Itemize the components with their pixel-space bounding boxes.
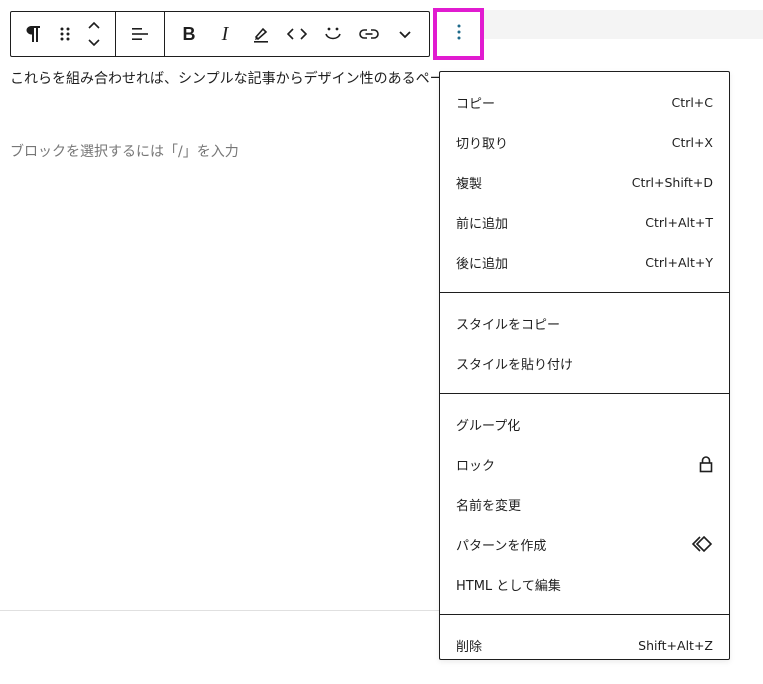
align-button[interactable] <box>122 12 158 56</box>
menu-item-create-pattern[interactable]: パターンを作成 <box>440 524 729 564</box>
menu-item-shortcut: Ctrl+Alt+T <box>645 214 713 230</box>
menu-item-copy[interactable]: コピー Ctrl+C <box>440 82 729 122</box>
menu-item-lock[interactable]: ロック <box>440 444 729 484</box>
menu-item-label: スタイルを貼り付け <box>456 357 574 373</box>
drag-handle-icon <box>59 26 71 42</box>
menu-item-label: 複製 <box>456 176 483 192</box>
block-toolbar: B I <box>10 11 430 57</box>
menu-item-insert-before[interactable]: 前に追加 Ctrl+Alt+T <box>440 202 729 242</box>
menu-item-shortcut: Ctrl+Alt+Y <box>645 254 713 270</box>
pilcrow-icon <box>25 25 41 43</box>
drag-handle-button[interactable] <box>51 12 79 56</box>
menu-item-label: コピー <box>456 96 496 112</box>
menu-group-delete: 削除 Shift+Alt+Z <box>440 615 729 675</box>
highlighter-icon <box>252 25 270 43</box>
paragraph-block[interactable]: これらを組み合わせれば、シンプルな記事からデザイン性のあるペー <box>10 69 440 89</box>
menu-item-label: HTML として編集 <box>456 578 561 594</box>
menu-item-label: ロック <box>456 458 496 474</box>
toolbar-group-align <box>116 12 165 56</box>
menu-item-shortcut: Ctrl+Shift+D <box>631 174 713 190</box>
move-block-buttons[interactable] <box>79 12 109 56</box>
menu-item-group[interactable]: グループ化 <box>440 404 729 444</box>
menu-item-label: 名前を変更 <box>456 498 522 514</box>
lock-icon <box>699 455 713 473</box>
code-icon <box>287 27 307 41</box>
move-up-down-icon <box>87 20 101 48</box>
chevron-down-icon <box>398 29 412 39</box>
menu-item-label: 後に追加 <box>456 256 509 272</box>
block-placeholder[interactable]: ブロックを選択するには「/」を入力 <box>10 142 239 162</box>
bold-button[interactable]: B <box>171 12 207 56</box>
menu-item-edit-as-html[interactable]: HTML として編集 <box>440 564 729 604</box>
menu-item-delete[interactable]: 削除 Shift+Alt+Z <box>440 625 729 665</box>
menu-group-block-actions: グループ化 ロック 名前を変更 パターンを作成 HTML として編集 <box>440 394 729 615</box>
link-button[interactable] <box>351 12 387 56</box>
vertical-ellipsis-icon <box>456 23 462 45</box>
menu-item-cut[interactable]: 切り取り Ctrl+X <box>440 122 729 162</box>
toolbar-group-block <box>11 12 116 56</box>
menu-item-label: 切り取り <box>456 136 509 152</box>
block-options-menu: コピー Ctrl+C 切り取り Ctrl+X 複製 Ctrl+Shift+D 前… <box>439 71 730 660</box>
block-options-button[interactable] <box>433 8 484 60</box>
menu-item-shortcut: Ctrl+X <box>671 134 713 150</box>
emoji-button[interactable] <box>315 12 351 56</box>
menu-item-insert-after[interactable]: 後に追加 Ctrl+Alt+Y <box>440 242 729 282</box>
align-left-icon <box>131 25 149 43</box>
menu-group-styles: スタイルをコピー スタイルを貼り付け <box>440 293 729 394</box>
inline-code-button[interactable] <box>279 12 315 56</box>
italic-button[interactable]: I <box>207 12 243 56</box>
menu-item-shortcut: Ctrl+C <box>671 94 713 110</box>
link-icon <box>359 28 379 40</box>
top-strip <box>484 10 763 39</box>
menu-item-label: スタイルをコピー <box>456 317 561 333</box>
menu-item-shortcut: Shift+Alt+Z <box>638 637 713 653</box>
divider <box>0 610 440 611</box>
toolbar-group-format: B I <box>165 12 429 56</box>
menu-group-clipboard: コピー Ctrl+C 切り取り Ctrl+X 複製 Ctrl+Shift+D 前… <box>440 72 729 293</box>
menu-item-label: 前に追加 <box>456 216 509 232</box>
menu-item-copy-styles[interactable]: スタイルをコピー <box>440 303 729 343</box>
more-formats-button[interactable] <box>387 12 423 56</box>
menu-item-label: 削除 <box>456 639 483 655</box>
menu-item-paste-styles[interactable]: スタイルを貼り付け <box>440 343 729 383</box>
pattern-diamond-icon <box>691 536 713 552</box>
menu-item-label: パターンを作成 <box>456 538 547 554</box>
highlight-button[interactable] <box>243 12 279 56</box>
menu-item-duplicate[interactable]: 複製 Ctrl+Shift+D <box>440 162 729 202</box>
smiley-icon <box>323 25 343 43</box>
editor-canvas: B I これらを組み合わせれば、シンプルな記事からデザイン性のあるペー ブロック… <box>0 0 763 684</box>
paragraph-block-button[interactable] <box>15 12 51 56</box>
menu-item-rename[interactable]: 名前を変更 <box>440 484 729 524</box>
menu-item-label: グループ化 <box>456 418 521 434</box>
